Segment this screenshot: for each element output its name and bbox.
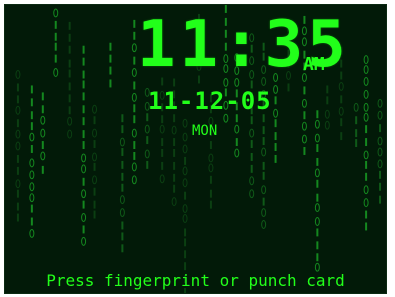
rain-glyph-one [365,210,368,219]
rain-glyph-zero [29,228,35,238]
rain-glyph-one [316,228,319,237]
rain-glyph-zero [81,213,87,222]
rain-glyph-one [316,253,319,262]
rain-glyph-one [121,221,124,230]
rain-glyph-one [184,238,187,247]
clock-panel: 11:35 AM 11-12-05 MON [5,5,386,205]
rain-glyph-zero [182,214,188,223]
clock-ampm: AM [303,54,325,75]
rain-glyph-one [365,222,368,231]
rain-glyph-zero [182,204,188,214]
rain-glyph-one [30,204,33,213]
rain-glyph-one [30,217,33,226]
rain-glyph-one [184,228,187,237]
rain-glyph-one [316,241,319,250]
rain-glyph-zero [314,217,320,226]
rain-glyph-one [82,225,85,234]
rain-glyph-zero [81,236,87,246]
lock-screen[interactable]: 11:35 AM 11-12-05 MON Press fingerprint … [4,4,387,294]
rain-glyph-one [184,262,187,271]
clock-date: 11-12-05 [148,87,272,115]
rain-glyph-zero [119,208,125,218]
clock-day: MON [192,123,218,139]
rain-glyph-one [184,250,187,259]
rain-glyph-zero [261,220,267,229]
unlock-prompt: Press fingerprint or punch card [46,271,345,290]
rain-glyph-zero [314,262,320,272]
rain-glyph-one [16,213,19,222]
rain-glyph-zero [261,208,267,218]
rain-glyph-one [93,210,96,219]
rain-glyph-one [121,232,124,241]
rain-glyph-one [121,244,124,253]
